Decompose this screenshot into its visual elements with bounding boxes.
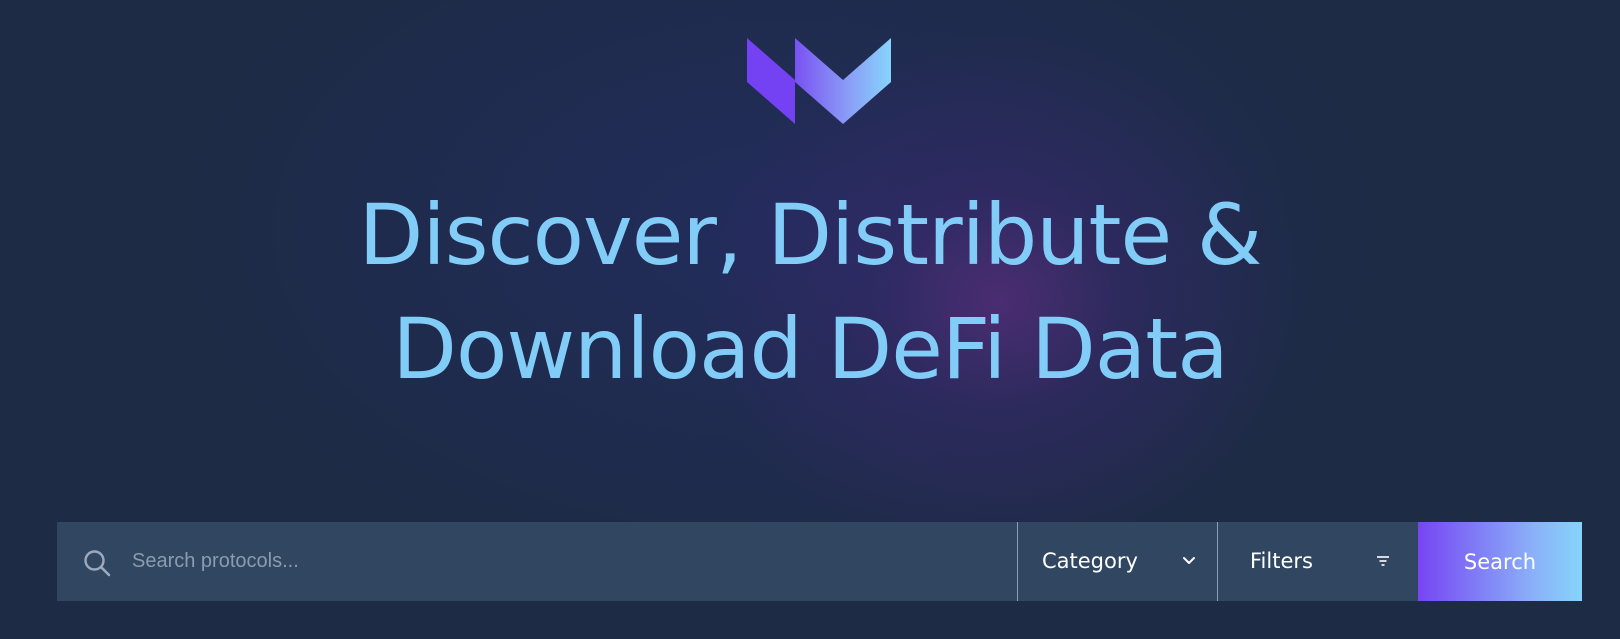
page-title: Discover, Distribute & Download DeFi Dat… [0, 178, 1620, 406]
category-label: Category [1042, 549, 1138, 573]
filter-icon [1377, 556, 1389, 566]
search-field [57, 522, 1018, 601]
search-bar: Category Filters Search [57, 522, 1582, 601]
chevron-down-icon [1183, 557, 1195, 564]
brand-logo-icon [747, 38, 891, 124]
hero-section: Discover, Distribute & Download DeFi Dat… [0, 0, 1620, 639]
search-button[interactable]: Search [1418, 522, 1582, 601]
search-input[interactable] [132, 522, 1002, 601]
filters-button[interactable]: Filters [1218, 522, 1418, 601]
headline-line-1: Discover, Distribute & [358, 186, 1263, 284]
headline-line-2: Download DeFi Data [392, 300, 1228, 398]
category-dropdown[interactable]: Category [1018, 522, 1218, 601]
filters-label: Filters [1250, 549, 1313, 573]
search-icon [84, 550, 111, 577]
